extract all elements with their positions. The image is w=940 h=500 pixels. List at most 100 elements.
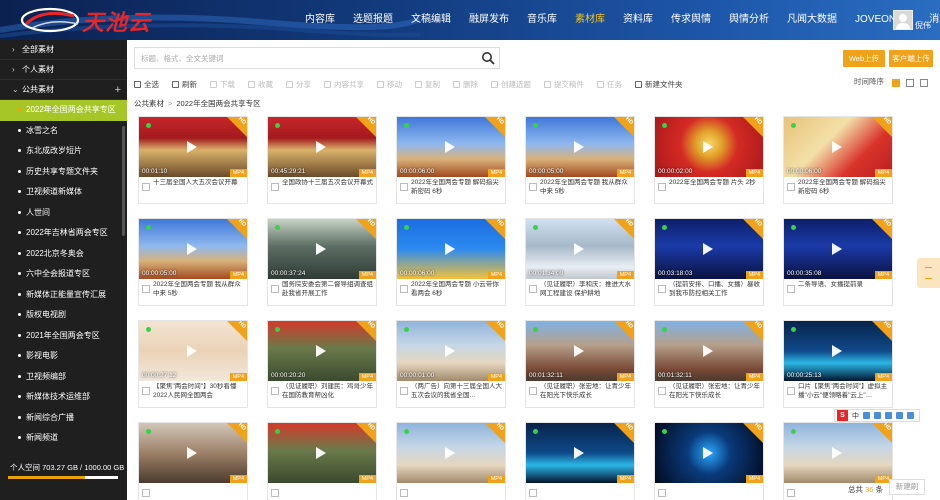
side-panel-toggle[interactable] [917,258,940,288]
card-checkbox[interactable] [142,489,150,497]
play-icon[interactable] [445,447,455,459]
video-thumbnail[interactable]: HD MP4 [526,423,634,483]
video-thumbnail[interactable]: HD 00:00:20:20 MP4 [268,321,376,381]
media-card[interactable]: HD 00:01:32:11 MP4 （见证履职）张宏地：让青少年在阳光下快乐成长 [654,320,764,408]
card-checkbox[interactable] [142,387,150,395]
media-card[interactable]: HD 00:03:18:03 MP4 （提前安排、口播、女播）暴收到我市防控相关工作 [654,218,764,306]
card-checkbox[interactable] [400,387,408,395]
media-card[interactable]: HD 00:00:06:00 MP4 2022年全国两会专题 解码指尖新密码 6秒 [783,116,893,204]
toolbar-action-10[interactable]: 提交稿件 [544,79,584,90]
play-icon[interactable] [832,447,842,459]
card-checkbox[interactable] [271,183,279,191]
sidebar-item[interactable]: 冰雪之名 [0,121,127,142]
nav-item-1[interactable]: 选题报题 [344,0,402,40]
video-thumbnail[interactable]: HD 00:00:37:24 MP4 [268,219,376,279]
media-card[interactable]: HD MP4 [396,422,506,500]
video-thumbnail[interactable]: HD 00:00:25:13 MP4 [784,321,892,381]
sidebar-item[interactable]: 人世间 [0,203,127,224]
play-icon[interactable] [703,345,713,357]
card-checkbox[interactable] [271,489,279,497]
play-icon[interactable] [574,141,584,153]
detail-view-icon[interactable] [920,79,928,87]
card-caption[interactable]: 2022年全国两会专题 解码指尖新密码 6秒 [798,179,890,196]
media-card[interactable]: HD 00:00:27:12 MP4 【聚焦"两会时间"】30秒看懂2022人民网全国… [138,320,248,408]
media-card[interactable]: HD 00:00:01:00 MP4 （两广告）向第十三届全国人大五次会议的我省全国… [396,320,506,408]
card-caption[interactable]: （见证履职）张宏地：让青少年在阳光下快乐成长 [669,383,761,400]
card-checkbox[interactable] [529,285,537,293]
media-card[interactable]: HD 00:01:34:09 MP4 （见证履职）李和庆：推进大水网工程建设 保护耕地 [525,218,635,306]
sort-select[interactable]: 时间降序 [854,76,884,87]
nav-item-5[interactable]: 素材库 [566,0,614,40]
card-checkbox[interactable] [658,285,666,293]
card-checkbox[interactable] [142,285,150,293]
video-thumbnail[interactable]: HD MP4 [655,423,763,483]
sidebar-item[interactable]: 影视电影 [0,346,127,367]
toolbar-action-12[interactable]: 新建文件夹 [635,79,683,90]
video-thumbnail[interactable]: HD 00:00:02:00 MP4 [655,117,763,177]
toolbar-action-8[interactable]: 删除 [453,79,478,90]
media-card[interactable]: HD 00:00:05:00 MP4 2022年全国两会专题 我从群众中来 5秒 [525,116,635,204]
video-thumbnail[interactable]: HD 00:00:35:08 MP4 [784,219,892,279]
card-checkbox[interactable] [400,489,408,497]
video-thumbnail[interactable]: HD 00:01:34:09 MP4 [526,219,634,279]
toolbar-action-4[interactable]: 分享 [286,79,311,90]
nav-item-2[interactable]: 文稿编辑 [402,0,460,40]
card-checkbox[interactable] [142,183,150,191]
sidebar-scrollbar[interactable] [122,126,125,236]
video-thumbnail[interactable]: HD MP4 [397,423,505,483]
card-caption[interactable]: 二条导语、女播提前录 [798,281,890,290]
card-caption[interactable]: 2022年全国两会专题 我从群众中来 5秒 [153,281,245,298]
card-checkbox[interactable] [271,387,279,395]
card-checkbox[interactable] [658,489,666,497]
sidebar-item[interactable]: 新媒体正能量宣传汇展 [0,285,127,306]
sidebar-item[interactable]: 2022年全国两会共享专区 [0,100,127,121]
search-input[interactable] [135,48,455,68]
video-thumbnail[interactable]: HD 00:03:18:03 MP4 [655,219,763,279]
media-card[interactable]: HD MP4 [267,422,377,500]
toolbar-action-0[interactable]: 全选 [134,79,159,90]
media-card[interactable]: HD 00:00:05:00 MP4 2022年全国两会专题 我从群众中来 5秒 [138,218,248,306]
card-caption[interactable]: （提前安排、口播、女播）暴收到我市防控相关工作 [669,281,761,298]
video-thumbnail[interactable]: HD MP4 [784,423,892,483]
list-view-icon[interactable] [906,79,914,87]
video-thumbnail[interactable]: HD 00:00:06:00 MP4 [397,117,505,177]
play-icon[interactable] [445,243,455,255]
media-card[interactable]: HD 00:00:06:00 MP4 2022年全国两会专题 解码指尖新密码 6秒 [396,116,506,204]
web-upload-button[interactable]: Web上传 [843,50,885,67]
play-icon[interactable] [187,447,197,459]
sidebar-item[interactable]: 卫视频道新媒体 [0,182,127,203]
card-caption[interactable]: 【聚焦"两会时间"】30秒看懂2022人民网全国两会 [153,383,245,400]
breadcrumb-root[interactable]: 公共素材 [134,99,164,108]
play-icon[interactable] [574,345,584,357]
video-thumbnail[interactable]: HD MP4 [268,423,376,483]
play-icon[interactable] [703,243,713,255]
ime-punct-icon[interactable] [863,412,870,419]
media-card[interactable]: HD 00:45:29:21 MP4 全国政协十三届五次会议开幕式 [267,116,377,204]
toolbar-action-2[interactable]: 下载 [210,79,235,90]
card-caption[interactable]: 国务院安委会第二督导组调查组赴我省开展工作 [282,281,374,298]
sidebar-item[interactable]: 东北成改岁短片 [0,141,127,162]
sidebar-item[interactable]: 卫视频编部 [0,367,127,388]
video-thumbnail[interactable]: HD 00:00:01:00 MP4 [397,321,505,381]
sidebar-group-0[interactable]: › 全部素材 [0,40,127,60]
toolbar-action-5[interactable]: 内容共享 [324,79,364,90]
play-icon[interactable] [187,141,197,153]
card-caption[interactable]: 十三届全国人大五次会议开幕 [153,179,245,188]
card-caption[interactable]: （见证履职）刘建民：鸡哥少年在国防教育帮凶化 [282,383,374,400]
card-checkbox[interactable] [787,285,795,293]
toolbar-action-1[interactable]: 刷新 [172,79,197,90]
sidebar-item[interactable]: 2022北京冬奥会 [0,244,127,265]
play-icon[interactable] [316,345,326,357]
ime-mode[interactable]: 中 [852,411,859,421]
play-icon[interactable] [574,447,584,459]
play-icon[interactable] [832,243,842,255]
sidebar-item[interactable]: 新闻频道 [0,428,127,449]
media-card[interactable]: HD MP4 [525,422,635,500]
toolbar-action-7[interactable]: 复制 [415,79,440,90]
sidebar-item[interactable]: 版权电视剧 [0,305,127,326]
sidebar-group-2[interactable]: ⌄ 公共素材 + [0,80,127,100]
card-caption[interactable]: 全国政协十三届五次会议开幕式 [282,179,374,188]
play-icon[interactable] [574,243,584,255]
ime-menu-icon[interactable] [907,412,914,419]
video-thumbnail[interactable]: HD 00:45:29:21 MP4 [268,117,376,177]
